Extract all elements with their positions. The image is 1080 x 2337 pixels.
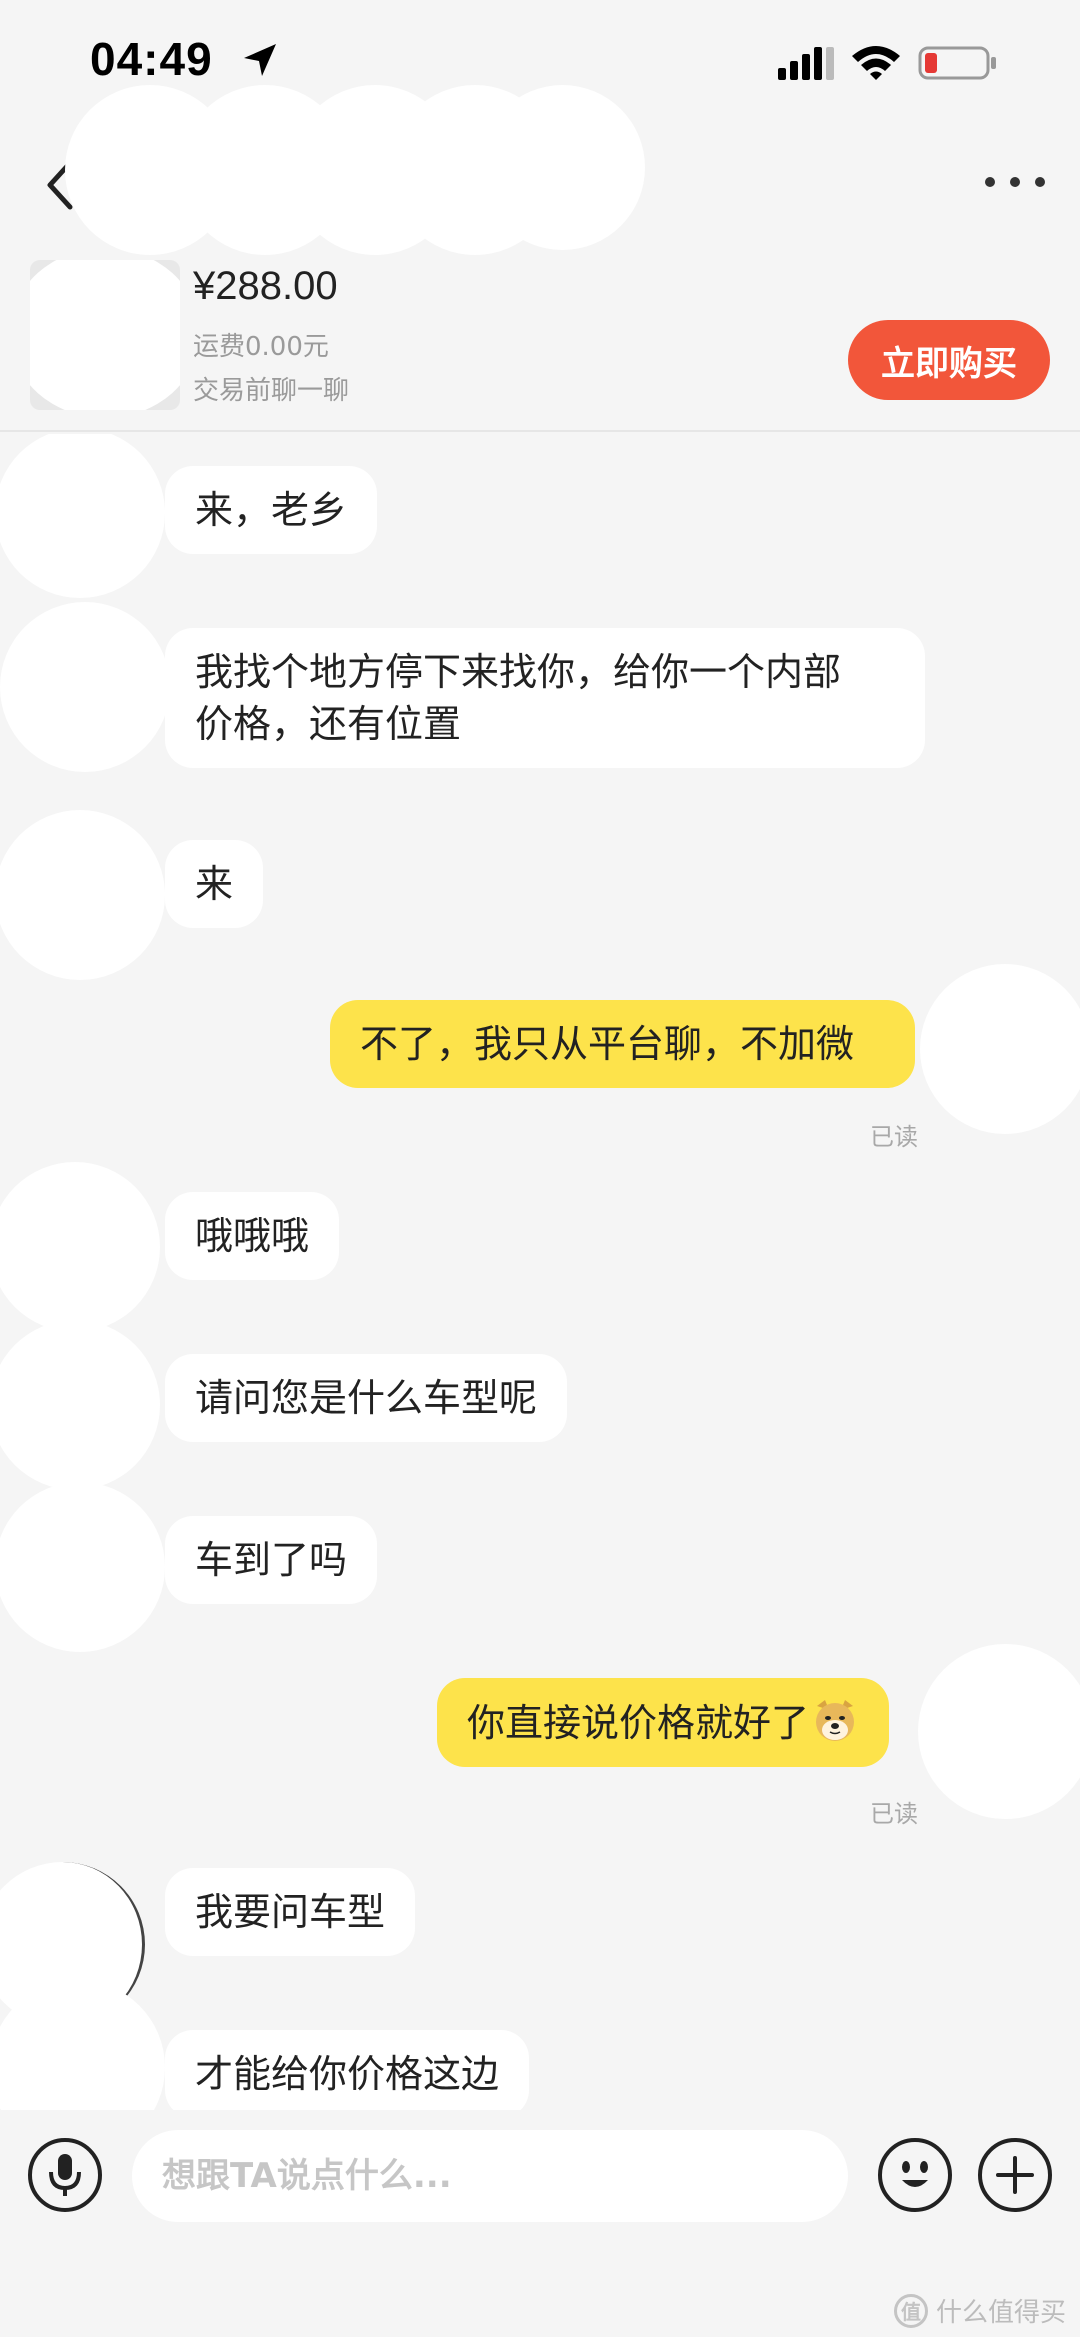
watermark-text: 什么值得买 bbox=[935, 2298, 1066, 2328]
message-input[interactable] bbox=[132, 2130, 848, 2222]
product-shipping: 运费0.00元 bbox=[193, 332, 329, 362]
my-avatar[interactable] bbox=[918, 1644, 1080, 1819]
doge-emoji-icon bbox=[816, 1700, 855, 1741]
message-bubble[interactable]: 哦哦哦 bbox=[165, 1192, 340, 1280]
watermark: 值 什么值得买 bbox=[893, 2292, 1066, 2329]
product-price: ¥288.00 bbox=[193, 264, 338, 308]
product-card[interactable]: ¥288.00 运费0.00元 交易前聊一聊 立即购买 bbox=[0, 250, 1080, 432]
cellular-signal-icon bbox=[778, 47, 834, 80]
read-receipt: 已读 bbox=[870, 1123, 918, 1151]
message-bubble[interactable]: 你直接说价格就好了 bbox=[437, 1678, 890, 1767]
product-thumbnail[interactable] bbox=[30, 260, 180, 410]
emoji-button[interactable] bbox=[878, 2138, 952, 2212]
their-avatar[interactable] bbox=[0, 1980, 165, 2110]
their-avatar[interactable] bbox=[0, 1320, 160, 1490]
message-bubble[interactable]: 我要问车型 bbox=[165, 1868, 416, 1956]
buy-now-button[interactable]: 立即购买 bbox=[848, 320, 1050, 400]
message-bubble[interactable]: 才能给你价格这边 bbox=[165, 2030, 530, 2110]
my-avatar[interactable] bbox=[920, 964, 1080, 1134]
chat-screen: 04:49 ¥288.00 运费0.00元 交易前聊一聊 立即购买 来，老乡 我… bbox=[0, 0, 1080, 2337]
product-chat-hint: 交易前聊一聊 bbox=[193, 376, 350, 406]
watermark-logo-icon: 值 bbox=[893, 2293, 928, 2328]
voice-input-button[interactable] bbox=[28, 2138, 102, 2212]
their-avatar[interactable] bbox=[0, 810, 165, 980]
their-avatar[interactable] bbox=[0, 1162, 160, 1332]
plus-icon bbox=[996, 2156, 1034, 2194]
plus-button[interactable] bbox=[978, 2138, 1052, 2212]
their-avatar[interactable] bbox=[0, 1482, 165, 1652]
message-text: 你直接说价格就好了 bbox=[467, 1701, 810, 1745]
message-bubble[interactable]: 不了，我只从平台聊，不加微 bbox=[330, 1000, 915, 1088]
read-receipt: 已读 bbox=[870, 1800, 918, 1828]
microphone-icon bbox=[49, 2154, 81, 2196]
status-time: 04:49 bbox=[90, 33, 213, 85]
location-arrow-icon bbox=[244, 44, 276, 76]
their-avatar[interactable] bbox=[0, 434, 165, 598]
message-bubble[interactable]: 请问您是什么车型呢 bbox=[165, 1354, 568, 1442]
message-bubble[interactable]: 来，老乡 bbox=[165, 466, 378, 554]
more-dots-icon[interactable] bbox=[985, 167, 1045, 197]
their-avatar[interactable] bbox=[0, 602, 170, 772]
battery-icon bbox=[918, 46, 996, 80]
wifi-icon bbox=[852, 46, 900, 80]
message-list[interactable]: 来，老乡 我找个地方停下来找你，给你一个内部 价格，还有位置 来 不了，我只从平… bbox=[0, 434, 1080, 2110]
nav-bar bbox=[0, 85, 1080, 255]
message-bubble[interactable]: 来 bbox=[165, 840, 264, 928]
input-bar: 值 什么值得买 bbox=[0, 2110, 1080, 2337]
message-bubble[interactable]: 车到了吗 bbox=[165, 1516, 378, 1604]
message-bubble[interactable]: 我找个地方停下来找你，给你一个内部 价格，还有位置 bbox=[165, 628, 925, 768]
smiley-icon bbox=[902, 2161, 928, 2187]
